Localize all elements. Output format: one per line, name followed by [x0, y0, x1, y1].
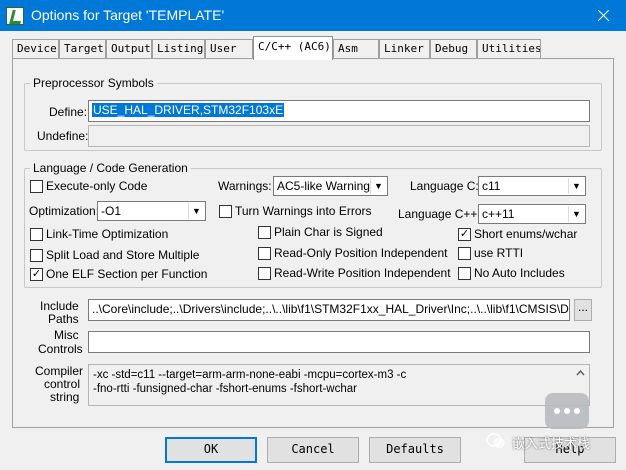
language-cpp-value: c++11 [482, 207, 515, 221]
compiler-string-label-line1: Compiler [35, 364, 84, 378]
language-group-title: Language / Code Generation [30, 161, 191, 175]
execute-only-label: Execute-only Code [46, 179, 148, 193]
compiler-string-label-line2: control [44, 377, 81, 391]
window-title: Options for Target 'TEMPLATE' [31, 7, 225, 23]
no-auto-includes-label: No Auto Includes [474, 266, 565, 280]
link-time-checkbox[interactable] [30, 228, 43, 241]
use-rtti-checkbox[interactable] [458, 247, 471, 260]
compiler-string-textarea[interactable]: -xc -std=c11 --target=arm-arm-none-eabi … [88, 364, 590, 406]
plain-char-label: Plain Char is Signed [274, 225, 383, 239]
define-value: USE_HAL_DRIVER,STM32F103xE [92, 103, 285, 117]
one-elf-label: One ELF Section per Function [46, 267, 208, 281]
execute-only-checkbox[interactable] [30, 180, 43, 193]
short-enums-label: Short enums/wchar [474, 227, 578, 241]
title-bar: Options for Target 'TEMPLATE' [0, 0, 626, 31]
tab-target[interactable]: Target [59, 39, 106, 58]
ropi-checkbox[interactable] [258, 247, 271, 260]
undefine-input[interactable] [88, 125, 590, 147]
tab-listing[interactable]: Listing [152, 39, 205, 58]
link-time-label: Link-Time Optimization [46, 227, 169, 241]
use-rtti-label: use RTTI [474, 246, 524, 260]
watermark-text: 嵌入式技术栈 [512, 436, 591, 451]
language-cpp-label: Language C++: [398, 207, 481, 221]
compiler-string-line1: -xc -std=c11 --target=arm-arm-none-eabi … [93, 369, 407, 381]
tab-linker[interactable]: Linker [379, 39, 430, 58]
warnings-label: Warnings: [218, 179, 272, 193]
tab-device[interactable]: Device [12, 39, 59, 58]
tab-user[interactable]: User [205, 39, 253, 58]
optimization-select[interactable]: -O1 ▼ [97, 201, 206, 221]
compiler-string-line2: -fno-rtti -funsigned-char -fshort-enums … [93, 383, 357, 395]
define-label: Define: [49, 105, 88, 119]
chevron-down-icon: ▼ [568, 178, 584, 194]
tab-debug[interactable]: Debug [430, 39, 477, 58]
turn-warnings-checkbox[interactable] [219, 205, 232, 218]
chevron-down-icon: ▼ [188, 203, 204, 219]
plain-char-checkbox[interactable] [258, 226, 271, 239]
one-elf-checkbox[interactable]: ✓ [30, 268, 43, 281]
cancel-button[interactable]: Cancel [267, 437, 359, 463]
tab-cc-ac6[interactable]: C/C++ (AC6) [253, 36, 333, 60]
chevron-down-icon: ▼ [568, 206, 584, 222]
app-icon [6, 7, 24, 25]
tab-asm[interactable]: Asm [333, 39, 379, 58]
language-c-select[interactable]: c11 ▼ [478, 176, 586, 196]
compiler-string-label-line3: string [50, 390, 80, 404]
turn-warnings-label: Turn Warnings into Errors [235, 204, 372, 218]
misc-controls-label-line1: Misc [54, 328, 79, 342]
language-c-value: c11 [482, 179, 501, 193]
ropi-label: Read-Only Position Independent [274, 246, 448, 260]
optimization-value: -O1 [101, 204, 122, 218]
chevron-down-icon: ▼ [370, 178, 386, 194]
define-input[interactable]: USE_HAL_DRIVER,STM32F103xE [88, 100, 590, 122]
misc-controls-input[interactable] [88, 331, 590, 353]
include-paths-browse-button[interactable]: ... [574, 299, 592, 321]
short-enums-checkbox[interactable]: ✓ [458, 228, 471, 241]
tab-output[interactable]: Output [106, 39, 152, 58]
preprocessor-group-title: Preprocessor Symbols [30, 76, 157, 90]
include-paths-label-line2: Paths [48, 312, 79, 326]
no-auto-includes-checkbox[interactable] [458, 267, 471, 280]
split-load-label: Split Load and Store Multiple [46, 248, 200, 262]
defaults-button[interactable]: Defaults [369, 437, 461, 463]
optimization-label: Optimization: [29, 204, 100, 218]
ok-button[interactable]: OK [165, 437, 257, 463]
chat-bubble-icon [545, 393, 589, 429]
language-c-label: Language C: [410, 179, 479, 193]
close-icon[interactable] [580, 0, 626, 31]
warnings-value: AC5-like Warnings [277, 179, 376, 193]
undefine-label: Undefine: [37, 129, 89, 143]
include-paths-input[interactable]: ..\Core\include;..\Drivers\include;..\..… [88, 299, 570, 321]
rwpi-label: Read-Write Position Independent [274, 266, 451, 280]
split-load-checkbox[interactable] [30, 249, 43, 262]
include-paths-label-line1: Include [40, 299, 79, 313]
tab-utilities[interactable]: Utilities [477, 39, 541, 58]
rwpi-checkbox[interactable] [258, 267, 271, 280]
language-cpp-select[interactable]: c++11 ▼ [478, 204, 586, 224]
warnings-select[interactable]: AC5-like Warnings ▼ [273, 176, 388, 196]
wechat-icon [486, 432, 506, 450]
misc-controls-label-line2: Controls [38, 342, 83, 356]
